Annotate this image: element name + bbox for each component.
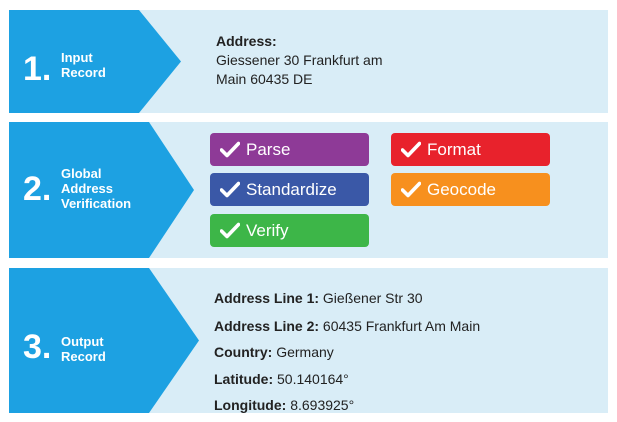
input-address-block: Address: Giessener 30 Frankfurt am Main … — [216, 32, 383, 89]
checkmark-icon — [220, 181, 240, 198]
step-number: 2. — [23, 170, 52, 208]
output-address-line-2: Address Line 2: 60435 Frankfurt Am Main — [214, 318, 481, 334]
checkmark-icon — [220, 141, 240, 158]
checkmark-icon — [401, 181, 421, 198]
step-row-input: 1. Input Record Address: Giessener 30 Fr… — [9, 10, 608, 113]
output-address-line-1: Address Line 1: Gießener Str 30 — [214, 290, 423, 306]
geocode-label: Geocode — [427, 180, 496, 199]
step-label: Input Record — [61, 50, 106, 80]
step-label: Output Record — [61, 334, 106, 364]
standardize-label: Standardize — [246, 180, 337, 199]
parse-badge: Parse — [210, 133, 369, 166]
step-row-verification: 2. Global Address Verification Parse For… — [9, 122, 608, 258]
format-label: Format — [427, 140, 481, 159]
verify-badge: Verify — [210, 214, 369, 247]
geocode-badge: Geocode — [391, 173, 550, 206]
step-number: 1. — [23, 50, 52, 88]
step-label: Global Address Verification — [61, 166, 132, 211]
checkmark-icon — [401, 141, 421, 158]
verify-label: Verify — [246, 221, 289, 240]
output-latitude: Latitude: 50.140164° — [214, 371, 349, 387]
output-country: Country: Germany — [214, 344, 334, 360]
standardize-badge: Standardize — [210, 173, 369, 206]
address-heading: Address: — [216, 33, 277, 49]
step-number: 3. — [23, 328, 52, 366]
address-line: Giessener 30 Frankfurt am — [216, 52, 383, 68]
format-badge: Format — [391, 133, 550, 166]
output-longitude: Longitude: 8.693925° — [214, 397, 355, 413]
step-row-output: 3. Output Record Address Line 1: Gießene… — [9, 268, 608, 413]
checkmark-icon — [220, 222, 240, 239]
parse-label: Parse — [246, 140, 291, 159]
address-line: Main 60435 DE — [216, 71, 313, 87]
